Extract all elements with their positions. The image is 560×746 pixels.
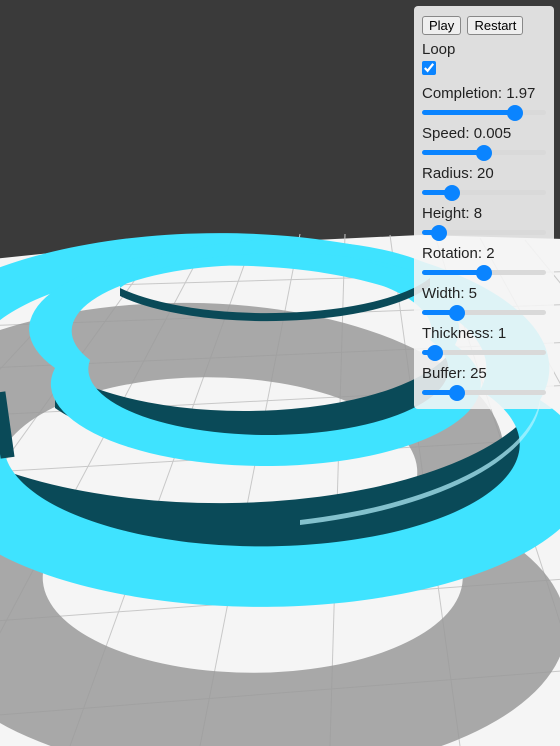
play-button[interactable]: Play xyxy=(422,16,461,35)
thickness-slider[interactable] xyxy=(422,350,546,355)
completion-slider[interactable] xyxy=(422,110,546,115)
radius-label: Radius: 20 xyxy=(422,165,546,182)
buffer-slider[interactable] xyxy=(422,390,546,395)
speed-slider[interactable] xyxy=(422,150,546,155)
rotation-slider[interactable] xyxy=(422,270,546,275)
speed-label: Speed: 0.005 xyxy=(422,125,546,142)
button-row: Play Restart xyxy=(422,16,546,35)
loop-label: Loop xyxy=(422,41,546,58)
completion-label: Completion: 1.97 xyxy=(422,85,546,102)
radius-slider[interactable] xyxy=(422,190,546,195)
height-label: Height: 8 xyxy=(422,205,546,222)
control-panel: Play Restart Loop Completion: 1.97 Speed:… xyxy=(414,6,554,409)
height-slider[interactable] xyxy=(422,230,546,235)
viewport: Play Restart Loop Completion: 1.97 Speed:… xyxy=(0,0,560,746)
restart-button[interactable]: Restart xyxy=(467,16,523,35)
rotation-label: Rotation: 2 xyxy=(422,245,546,262)
width-label: Width: 5 xyxy=(422,285,546,302)
buffer-label: Buffer: 25 xyxy=(422,365,546,382)
width-slider[interactable] xyxy=(422,310,546,315)
loop-checkbox[interactable] xyxy=(422,61,436,75)
thickness-label: Thickness: 1 xyxy=(422,325,546,342)
